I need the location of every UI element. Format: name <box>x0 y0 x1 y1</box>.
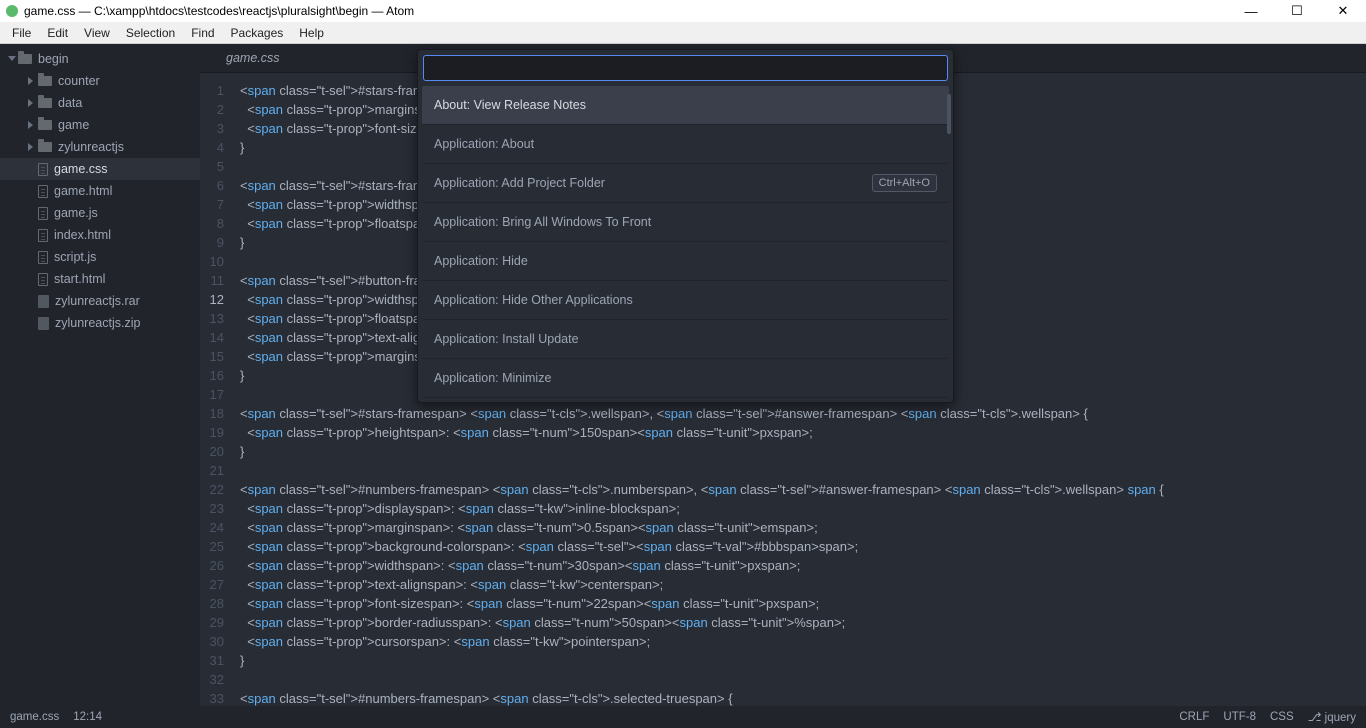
command-palette-backdrop[interactable]: About: View Release Notes Application: Ab… <box>200 44 1366 706</box>
chevron-right-icon <box>28 143 36 151</box>
command-label: Application: Minimize <box>434 371 551 385</box>
git-branch-icon: ⎇ <box>1308 710 1322 724</box>
command-palette-item[interactable]: Application: Bring All Windows To Front <box>422 203 949 242</box>
file-icon <box>38 163 48 176</box>
tree-root[interactable]: begin <box>0 48 200 70</box>
status-file[interactable]: game.css <box>10 711 59 723</box>
chevron-right-icon <box>28 77 36 85</box>
file-icon <box>38 273 48 286</box>
status-bar: game.css 12:14 CRLF UTF-8 CSS ⎇ jquery <box>0 706 1366 728</box>
keybinding-badge: Ctrl+Alt+O <box>872 174 937 192</box>
file-icon <box>38 185 48 198</box>
menu-selection[interactable]: Selection <box>118 24 183 42</box>
editor-pane: game.css 1234567891011121314151617181920… <box>200 44 1366 706</box>
menu-help[interactable]: Help <box>291 24 332 42</box>
tree-folder-game[interactable]: game <box>0 114 200 136</box>
archive-icon <box>38 295 49 308</box>
folder-icon <box>38 76 52 86</box>
status-encoding[interactable]: UTF-8 <box>1223 711 1256 723</box>
status-grammar[interactable]: CSS <box>1270 711 1294 723</box>
tree-folder-counter[interactable]: counter <box>0 70 200 92</box>
status-line-ending[interactable]: CRLF <box>1179 711 1209 723</box>
tree-file-game-js[interactable]: game.js <box>0 202 200 224</box>
command-palette-item[interactable]: Application: Add Project Folder Ctrl+Alt+… <box>422 164 949 203</box>
tree-file-game-css[interactable]: game.css <box>0 158 200 180</box>
command-label: Application: Bring All Windows To Front <box>434 215 651 229</box>
folder-icon <box>38 120 52 130</box>
command-label: Application: Hide <box>434 254 528 268</box>
command-label: About: View Release Notes <box>434 98 586 112</box>
menu-edit[interactable]: Edit <box>39 24 76 42</box>
status-git-branch[interactable]: ⎇ jquery <box>1308 710 1356 724</box>
command-label: Application: About <box>434 137 534 151</box>
window-controls: — ☐ ✕ <box>1228 0 1366 22</box>
file-icon <box>38 251 48 264</box>
tree-view[interactable]: begin counter data game zylunreactjs gam… <box>0 44 200 706</box>
command-label: Application: Add Project Folder <box>434 176 605 190</box>
archive-icon <box>38 317 49 330</box>
command-label: Application: Hide Other Applications <box>434 293 633 307</box>
file-icon <box>38 207 48 220</box>
menu-packages[interactable]: Packages <box>223 24 292 42</box>
chevron-right-icon <box>28 99 36 107</box>
tree-file-zylunreactjs-zip[interactable]: zylunreactjs.zip <box>0 312 200 334</box>
command-palette-item[interactable]: Application: Minimize <box>422 359 949 398</box>
command-palette-item[interactable]: Application: Hide Other Applications <box>422 281 949 320</box>
tree-file-script-js[interactable]: script.js <box>0 246 200 268</box>
menu-file[interactable]: File <box>4 24 39 42</box>
tree-file-zylunreactjs-rar[interactable]: zylunreactjs.rar <box>0 290 200 312</box>
command-palette-item[interactable]: Application: About <box>422 125 949 164</box>
folder-icon <box>38 98 52 108</box>
maximize-button[interactable]: ☐ <box>1274 0 1320 22</box>
tree-root-label: begin <box>38 52 69 66</box>
tree-file-start-html[interactable]: start.html <box>0 268 200 290</box>
command-palette-input[interactable] <box>423 55 948 81</box>
folder-icon <box>38 142 52 152</box>
atom-app-icon <box>6 5 18 17</box>
chevron-right-icon <box>28 121 36 129</box>
minimize-button[interactable]: — <box>1228 0 1274 22</box>
command-palette-item[interactable]: Application: Install Update <box>422 320 949 359</box>
menu-find[interactable]: Find <box>183 24 222 42</box>
tree-file-game-html[interactable]: game.html <box>0 180 200 202</box>
folder-icon <box>18 54 32 64</box>
tree-folder-zylunreactjs[interactable]: zylunreactjs <box>0 136 200 158</box>
menu-bar: File Edit View Selection Find Packages H… <box>0 22 1366 44</box>
command-label: Application: Install Update <box>434 332 579 346</box>
command-palette-item[interactable]: Application: Hide <box>422 242 949 281</box>
command-palette-list: About: View Release Notes Application: Ab… <box>418 86 953 402</box>
command-palette-item[interactable]: About: View Release Notes <box>422 86 949 125</box>
close-button[interactable]: ✕ <box>1320 0 1366 22</box>
window-title: game.css — C:\xampp\htdocs\testcodes\rea… <box>24 4 414 18</box>
menu-view[interactable]: View <box>76 24 118 42</box>
tree-file-index-html[interactable]: index.html <box>0 224 200 246</box>
command-palette: About: View Release Notes Application: Ab… <box>417 49 954 403</box>
tree-folder-data[interactable]: data <box>0 92 200 114</box>
chevron-down-icon <box>8 56 16 64</box>
palette-scrollbar[interactable] <box>947 94 951 134</box>
workspace: begin counter data game zylunreactjs gam… <box>0 44 1366 706</box>
status-cursor-position[interactable]: 12:14 <box>73 711 102 723</box>
window-titlebar: game.css — C:\xampp\htdocs\testcodes\rea… <box>0 0 1366 22</box>
file-icon <box>38 229 48 242</box>
